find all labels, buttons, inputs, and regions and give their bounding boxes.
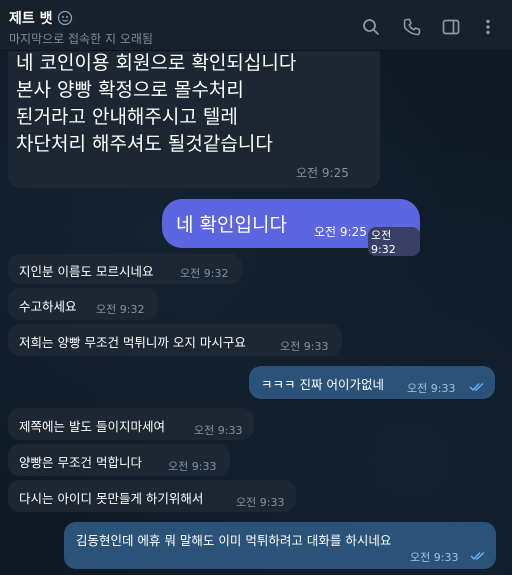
read-checkmarks-icon — [470, 551, 485, 561]
message-incoming[interactable]: 네 코인이용 회원으로 확인되십니다 본사 양빵 확정으로 몰수처리 된거라고 … — [8, 36, 380, 188]
message-incoming[interactable]: 수고하세요 오전 9:32 — [8, 288, 158, 320]
message-text: 네 코인이용 회원으로 확인되십니다 본사 양빵 확정으로 몰수처리 된거라고 … — [16, 52, 297, 155]
sidebar-toggle-icon[interactable] — [441, 17, 461, 37]
message-outgoing-highlighted[interactable]: 네 확인입니다 오전 9:25 오전 9:32 — [162, 199, 420, 256]
message-outgoing[interactable]: 김동현인데 에휴 뭐 말해도 이미 먹튀하려고 대화를 하시네요 오전 9:33 — [64, 522, 496, 569]
message-outgoing[interactable]: ㅋㅋㅋ 진짜 어이가없네 오전 9:33 — [249, 366, 495, 399]
message-text: 지인분 이름도 모르시네요 — [19, 264, 154, 279]
message-time-overlay: 오전 9:32 — [368, 227, 420, 256]
message-time: 오전 9:33 — [410, 551, 459, 564]
chat-title: 제트 뱃 — [9, 11, 53, 27]
message-incoming[interactable]: 제쪽에는 발도 들이지마세여 오전 9:33 — [8, 408, 254, 440]
message-time: 오전 9:32 — [96, 303, 145, 316]
message-text: 저희는 양빵 무조건 먹튀니까 오지 마시구요 — [19, 335, 246, 350]
message-incoming[interactable]: 다시는 아이디 못만들게 하기위해서 오전 9:33 — [8, 480, 296, 512]
message-text: 양빵은 무조건 먹합니다 — [19, 455, 142, 470]
message-time: 오전 9:33 — [194, 424, 243, 437]
message-text: 김동현인데 에휴 뭐 말해도 이미 먹튀하려고 대화를 하시네요 — [76, 533, 392, 548]
chat-header[interactable]: 제트 뱃 마지막으로 접속한 지 오래됨 — [0, 0, 512, 51]
message-time: 오전 9:33 — [236, 496, 285, 509]
message-text: 제쪽에는 발도 들이지마세여 — [19, 419, 165, 434]
message-incoming[interactable]: 지인분 이름도 모르시네요 오전 9:32 — [8, 254, 242, 284]
message-time: 오전 9:25 — [314, 225, 367, 239]
last-seen-status: 마지막으로 접속한 지 오래됨 — [9, 32, 153, 46]
message-time: 오전 9:33 — [407, 382, 456, 395]
message-time: 오전 9:25 — [296, 166, 349, 180]
message-incoming[interactable]: 양빵은 무조건 먹합니다 오전 9:33 — [8, 444, 230, 476]
search-icon[interactable] — [361, 17, 381, 37]
message-incoming[interactable]: 저희는 양빵 무조건 먹튀니까 오지 마시구요 오전 9:33 — [8, 324, 342, 356]
more-menu-icon[interactable] — [478, 17, 498, 37]
message-text: 네 확인입니다 — [176, 214, 287, 236]
message-text: 수고하세요 — [19, 299, 77, 314]
message-text: 다시는 아이디 못만들게 하기위해서 — [19, 491, 204, 506]
phone-icon[interactable] — [402, 17, 422, 37]
message-text: ㅋㅋㅋ 진짜 어이가없네 — [261, 377, 384, 392]
message-time: 오전 9:32 — [180, 267, 229, 280]
message-time: 오전 9:33 — [280, 340, 329, 353]
emoji-badge-icon — [57, 10, 72, 26]
message-time: 오전 9:33 — [168, 460, 217, 473]
read-checkmarks-icon — [469, 382, 484, 392]
